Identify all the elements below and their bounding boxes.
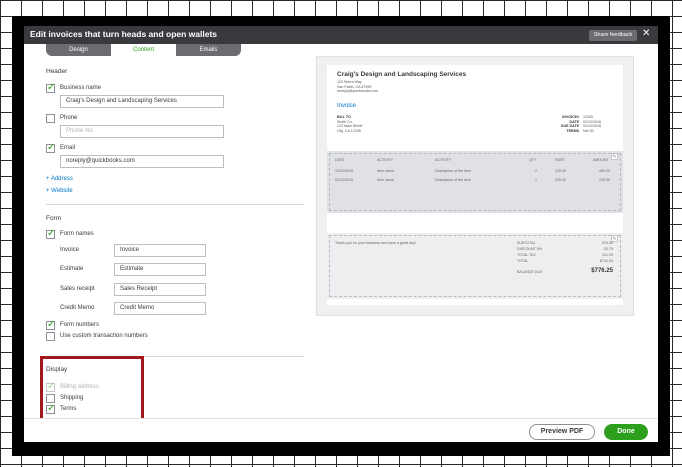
invoice-label: Invoice bbox=[60, 247, 80, 253]
header-section-title: Header bbox=[46, 68, 68, 75]
preview-meta-label: TERMS bbox=[566, 128, 579, 133]
email-label: Email bbox=[60, 145, 76, 151]
table-row-cell: 12/01/2016 bbox=[335, 169, 353, 173]
form-names-label: Form names bbox=[60, 231, 94, 237]
preview-table-header: DATE bbox=[335, 158, 345, 162]
tab-bar: Design Content Emails bbox=[46, 44, 241, 56]
preview-total-label: TOTAL bbox=[517, 259, 529, 263]
sales-receipt-name-input[interactable]: Sales Receipt bbox=[114, 283, 206, 296]
email-input[interactable]: noreply@quickbooks.com bbox=[60, 155, 224, 168]
credit-memo-name-input[interactable]: Credit Memo bbox=[114, 302, 206, 315]
preview-items-dashed-border bbox=[329, 153, 621, 211]
table-row-cell: Description of the item bbox=[435, 178, 471, 182]
phone-input[interactable]: Phone No. bbox=[60, 125, 224, 138]
preview-total-value: 675.00 bbox=[602, 241, 613, 245]
dialog-footer: Preview PDF Done bbox=[24, 418, 658, 442]
business-name-input[interactable]: Craig's Design and Landscaping Services bbox=[60, 95, 224, 108]
dialog-title: Edit invoices that turn heads and open w… bbox=[30, 29, 218, 39]
table-row-cell: 1 bbox=[535, 178, 537, 182]
tab-design[interactable]: Design bbox=[46, 44, 111, 56]
add-website-link[interactable]: + Website bbox=[46, 188, 73, 194]
custom-numbers-label: Use custom transaction numbers bbox=[60, 333, 148, 339]
tab-emails[interactable]: Emails bbox=[176, 44, 241, 56]
phone-checkbox[interactable] bbox=[46, 114, 55, 123]
phone-label: Phone bbox=[60, 115, 78, 121]
sales-receipt-label: Sales receipt bbox=[60, 286, 95, 292]
table-row-cell: Description of the item bbox=[435, 169, 471, 173]
preview-total-label: SUBTOTAL bbox=[517, 241, 536, 245]
table-row-cell: Item name bbox=[377, 169, 394, 173]
invoice-preview-paper: Craig's Design and Landscaping Services … bbox=[327, 65, 623, 305]
preview-table-header: ACTIVITY bbox=[435, 158, 452, 162]
preview-total-value: $742.54 bbox=[600, 259, 613, 263]
business-name-label: Business name bbox=[60, 85, 102, 91]
close-icon[interactable]: ✕ bbox=[642, 28, 650, 39]
preview-table-header: AMOUNT bbox=[593, 158, 609, 162]
preview-table-header: ACTIVITY bbox=[377, 158, 394, 162]
preview-bill-addr2: City, CA 12345 bbox=[337, 128, 361, 133]
preview-email: noreply@quickbooks.com bbox=[337, 89, 379, 93]
business-name-checkbox[interactable] bbox=[46, 82, 55, 93]
table-row-cell: 225.00 bbox=[599, 178, 610, 182]
preview-pdf-button[interactable]: Preview PDF bbox=[529, 424, 595, 440]
preview-table-header: RATE bbox=[555, 158, 565, 162]
edit-invoice-dialog: Edit invoices that turn heads and open w… bbox=[24, 26, 658, 442]
form-numbers-checkbox[interactable] bbox=[46, 319, 55, 330]
table-row-cell: 01/12/2016 bbox=[335, 178, 353, 182]
preview-company-name: Craig's Design and Landscaping Services bbox=[337, 71, 467, 78]
preview-balance-due-value: $776.25 bbox=[591, 268, 613, 274]
form-numbers-label: Form numbers bbox=[60, 322, 100, 328]
tab-content[interactable]: Content bbox=[111, 44, 176, 56]
preview-total-value: 101.29 bbox=[602, 253, 613, 257]
custom-numbers-checkbox[interactable] bbox=[46, 332, 55, 341]
invoice-preview-panel: Craig's Design and Landscaping Services … bbox=[316, 56, 634, 316]
add-address-link[interactable]: + Address bbox=[46, 176, 73, 182]
estimate-name-input[interactable]: Estimate bbox=[114, 263, 206, 276]
done-button[interactable]: Done bbox=[604, 424, 648, 440]
table-row-cell: 225.00 bbox=[555, 178, 566, 182]
preview-total-label: TOTAL TAX bbox=[517, 253, 536, 257]
form-section-title: Form bbox=[46, 215, 62, 222]
preview-doc-title: Invoice bbox=[337, 103, 357, 109]
invoice-name-input[interactable]: Invoice bbox=[114, 244, 206, 257]
preview-total-label: BALANCE DUE bbox=[517, 270, 543, 274]
table-row-cell: 450.00 bbox=[599, 169, 610, 173]
pencil-icon[interactable]: ✎ bbox=[611, 153, 618, 160]
form-names-checkbox[interactable] bbox=[46, 228, 55, 239]
display-highlight-box bbox=[40, 356, 144, 421]
preview-meta-value: Net 30 bbox=[583, 128, 594, 133]
preview-total-label: DISCOUNT 5% bbox=[517, 247, 542, 251]
email-checkbox[interactable] bbox=[46, 142, 55, 153]
credit-memo-label: Credit Memo bbox=[60, 305, 95, 311]
preview-total-value: -33.75 bbox=[602, 247, 613, 251]
preview-table-header: QTY bbox=[529, 158, 537, 162]
table-row-cell: 225.00 bbox=[555, 169, 566, 173]
section-divider bbox=[46, 204, 304, 205]
title-bar: Edit invoices that turn heads and open w… bbox=[24, 26, 658, 44]
share-feedback-button[interactable]: Share feedback bbox=[589, 30, 637, 41]
estimate-label: Estimate bbox=[60, 266, 84, 272]
table-row-cell: Item name bbox=[377, 178, 394, 182]
preview-thanks-message: Thank you for your business and have a g… bbox=[335, 241, 416, 245]
table-row-cell: 2 bbox=[535, 169, 537, 173]
